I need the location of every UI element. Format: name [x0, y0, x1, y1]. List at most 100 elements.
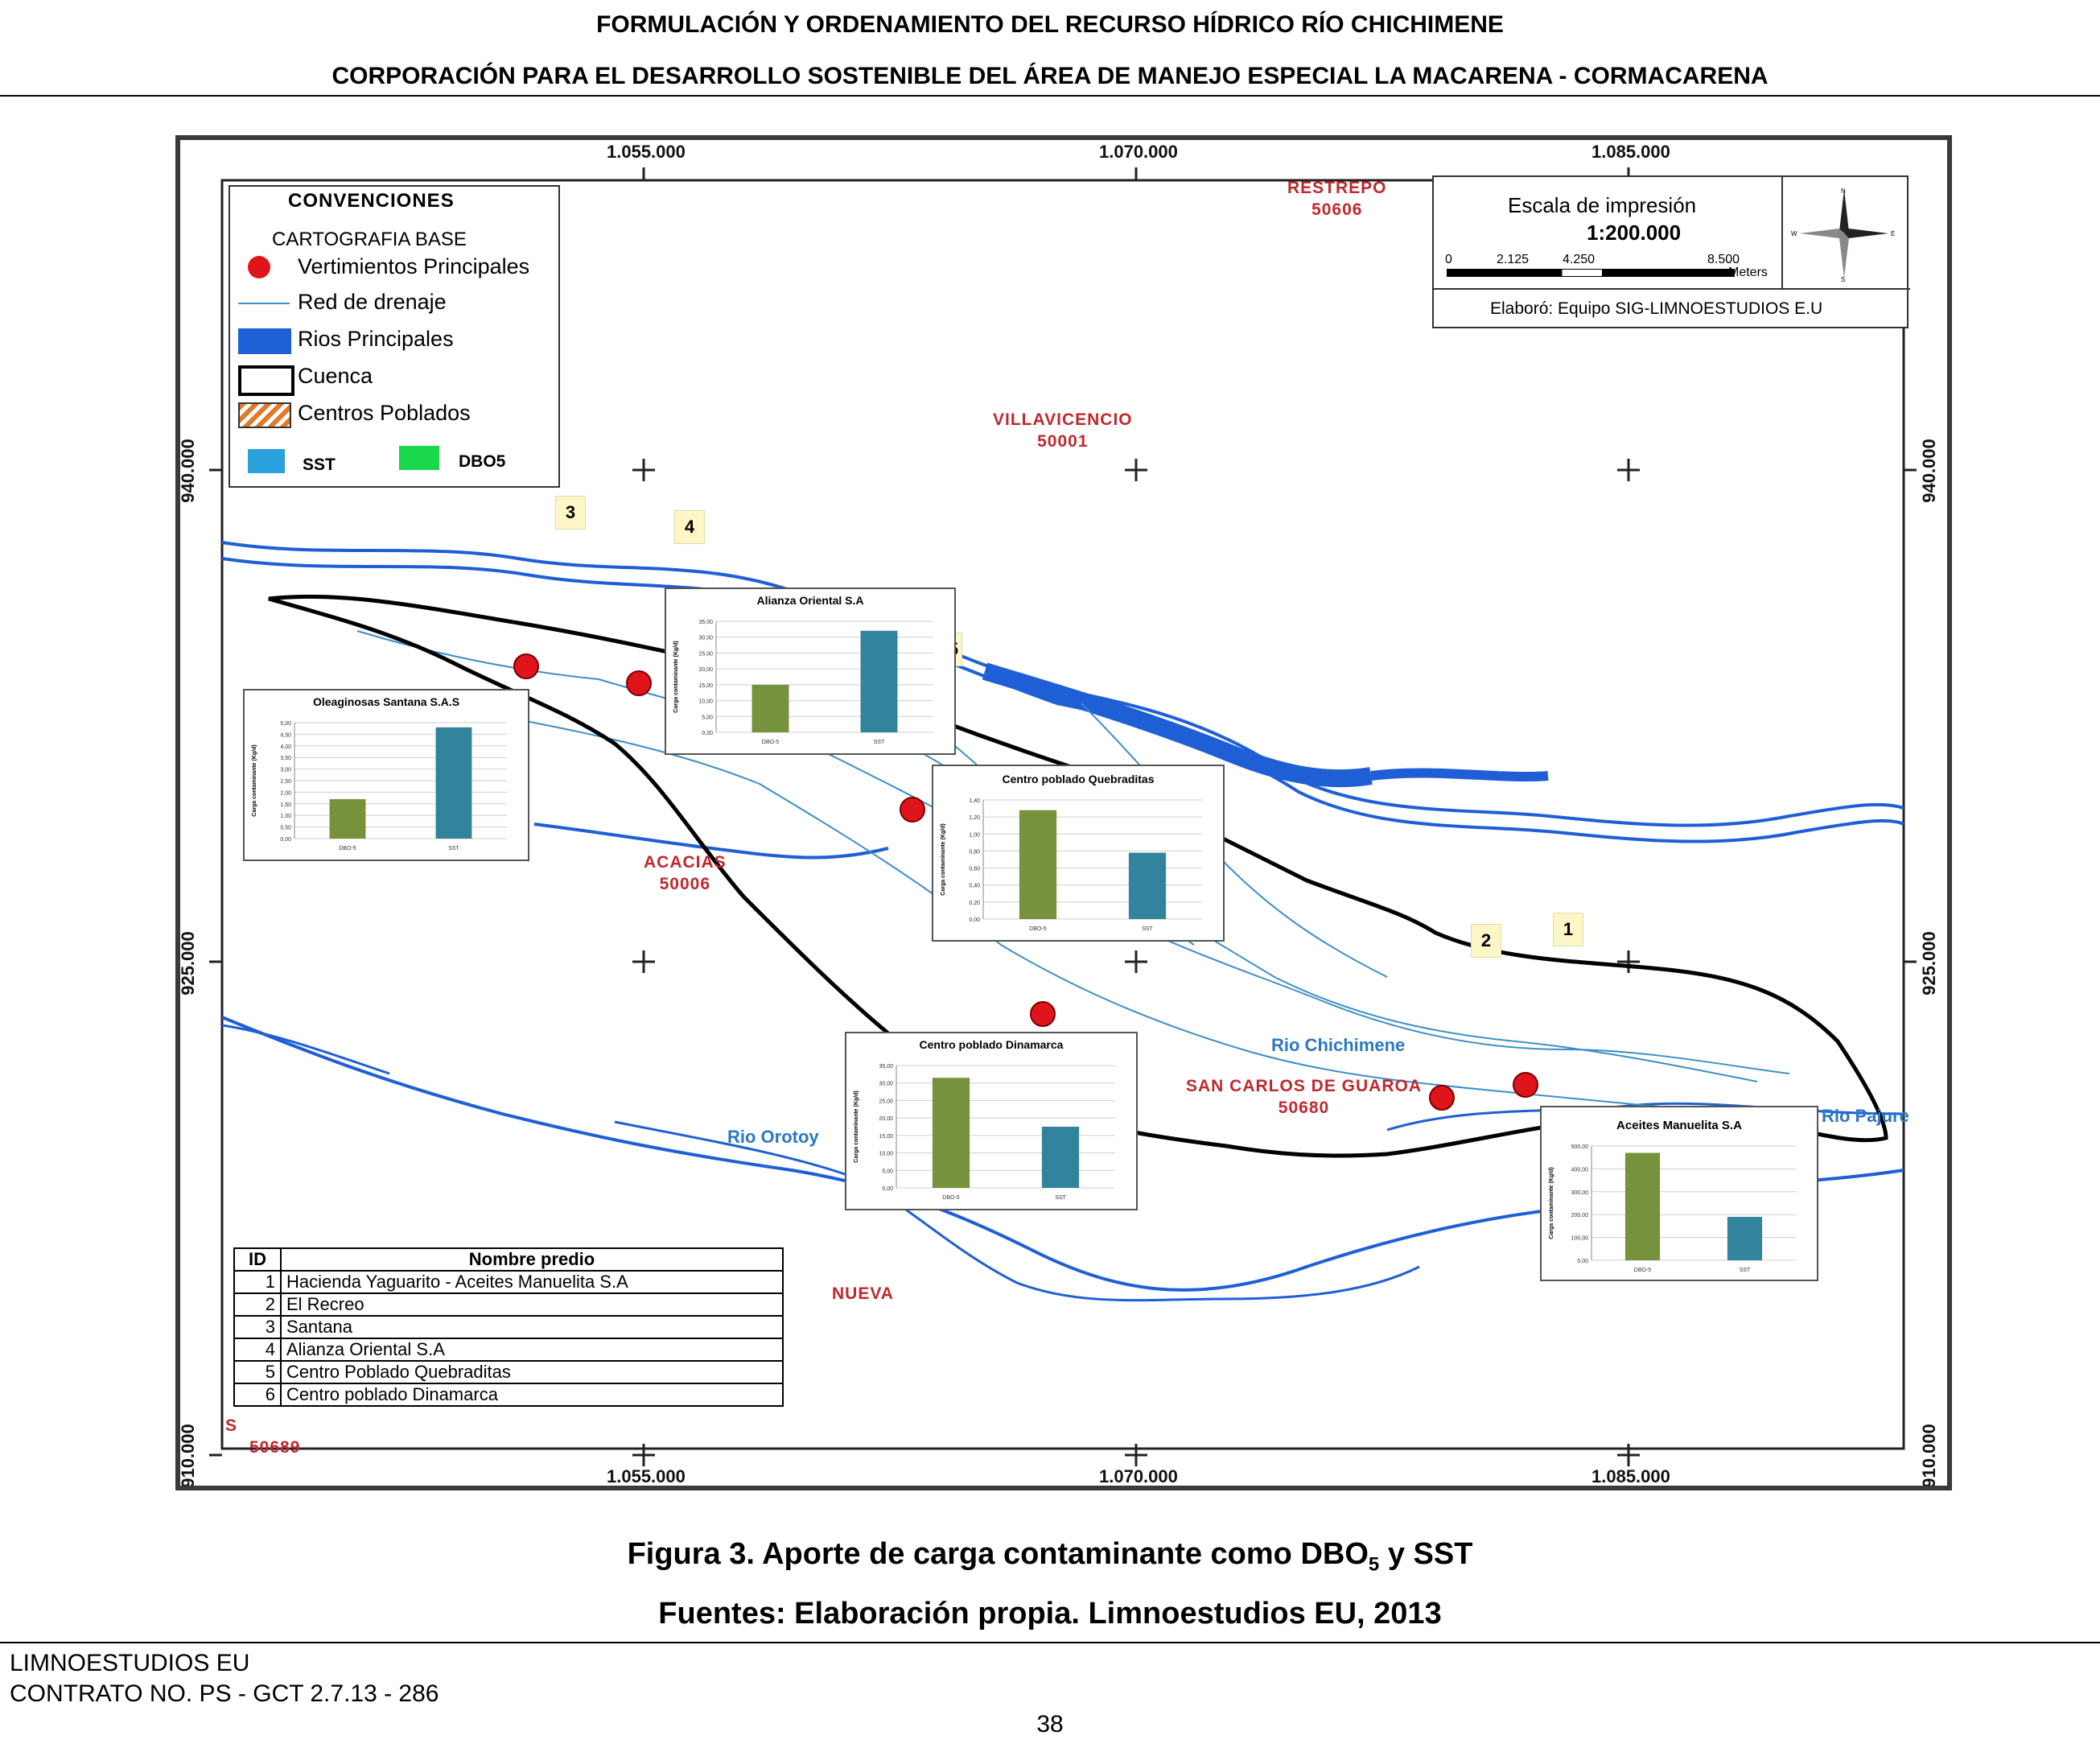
- legend-dbo5-swatch: [399, 446, 439, 470]
- svg-text:S: S: [1841, 276, 1845, 282]
- legend-subtitle: CARTOGRAFIA BASE: [272, 229, 467, 250]
- figure-source: Fuentes: Elaboración propia. Limnoestudi…: [658, 1597, 1442, 1631]
- y-axis-label: Carga contaminante (Kg/d): [941, 823, 946, 895]
- tick-label: 20,00: [698, 667, 713, 673]
- tick-label: 5,00: [702, 715, 713, 720]
- tick-label: 0,80: [969, 849, 980, 855]
- category-label: DBO-5: [1029, 926, 1047, 932]
- bar-dbo-5: [1019, 810, 1057, 919]
- discharge-point-2: [1429, 1085, 1455, 1111]
- discharge-point-6: [1030, 1001, 1056, 1027]
- header-title: FORMULACIÓN Y ORDENAMIENTO DEL RECURSO H…: [596, 11, 1504, 38]
- discharge-point-4: [626, 670, 652, 696]
- tick-label: 30,00: [698, 636, 713, 641]
- svg-text:W: W: [1791, 230, 1797, 237]
- tick-label: 0,00: [969, 917, 980, 923]
- tick-label: 0,00: [702, 731, 713, 736]
- place-s: S 50689: [225, 1416, 301, 1457]
- bar-sst: [435, 727, 472, 839]
- tick-label: 100,00: [1571, 1236, 1589, 1242]
- tick-label: 2,00: [280, 790, 291, 796]
- legend-dbo5-label: DBO5: [459, 452, 506, 471]
- bar-dbo-5: [751, 684, 789, 732]
- coord-x-top-2: 1.070.000: [1099, 142, 1178, 162]
- chart-quebraditas: Centro poblado Quebraditas 0,00 0,20 0,40 0…: [932, 765, 1225, 942]
- footer-rule: [0, 1642, 2100, 1643]
- place-san-carlos-de-guaroa: SAN CARLOS DE GUAROA 50680: [1186, 1077, 1423, 1117]
- footer-company: LIMNOESTUDIOS EU: [10, 1650, 250, 1676]
- legend-town-icon: [238, 402, 291, 428]
- tick-label: 500,00: [1571, 1144, 1589, 1150]
- bar-sst: [1041, 1127, 1080, 1188]
- scale-credit: Elaboró: Equipo SIG-LIMNOESTUDIOS E.U: [1490, 299, 1823, 318]
- figure-caption: Figura 3. Aporte de carga contaminante c…: [627, 1537, 1473, 1576]
- svg-text:N: N: [1841, 188, 1846, 195]
- y-axis-label: Carga contaminante (Kg/d): [1549, 1167, 1554, 1239]
- tick-label: 15,00: [879, 1134, 893, 1140]
- coord-y-right-1: 940.000: [1918, 439, 1939, 503]
- bar-dbo-5: [932, 1078, 970, 1188]
- svg-text:E: E: [1891, 230, 1895, 237]
- category-label: SST: [874, 740, 885, 745]
- page-number: 38: [1036, 1711, 1064, 1738]
- legend-sst-label: SST: [303, 456, 336, 474]
- tick-label: 1,40: [969, 798, 980, 804]
- y-axis-label: Carga contaminante (Kg/d): [673, 641, 679, 712]
- id-tag-4: 4: [674, 510, 705, 544]
- tick-label: 25,00: [879, 1099, 893, 1104]
- tick-label: 30,00: [879, 1082, 893, 1087]
- chart-manuelita: Aceites Manuelita S.A 0,00 100,00 200,00 30…: [1540, 1106, 1818, 1281]
- place-villavicencio: VILLAVICENCIO 50001: [993, 410, 1133, 451]
- tick-label: 4,00: [280, 744, 291, 750]
- bar-dbo-5: [329, 799, 366, 839]
- chart-santana: Oleaginosas Santana S.A.S 0,00 0,50 1,00 1,…: [243, 689, 529, 861]
- tick-label: 35,00: [879, 1064, 893, 1070]
- tick-label: 3,50: [280, 756, 291, 761]
- place-acacias: ACACIAS 50006: [644, 853, 727, 893]
- id-tag-3: 3: [555, 496, 586, 530]
- table-row: 1 Hacienda Yaguarito - Aceites Manuelita …: [233, 1270, 784, 1294]
- chart-title: Aceites Manuelita S.A: [1616, 1119, 1742, 1132]
- legend-item-red-drenaje: Red de drenaje: [298, 290, 447, 314]
- coord-x-bottom-3: 1.085.000: [1591, 1466, 1670, 1486]
- legend-item-cuenca: Cuenca: [298, 364, 373, 388]
- scale-tick-2: 4.250: [1563, 253, 1596, 266]
- chart-title: Centro poblado Quebraditas: [1002, 773, 1155, 785]
- tick-label: 0,50: [280, 826, 291, 831]
- category-label: DBO-5: [1634, 1268, 1652, 1273]
- table-row: 5 Centro Poblado Quebraditas: [233, 1360, 784, 1384]
- tick-label: 35,00: [698, 620, 713, 625]
- category-label: DBO-5: [762, 740, 780, 745]
- bar-sst: [860, 630, 898, 732]
- tick-label: 200,00: [1571, 1213, 1589, 1218]
- bar-sst: [1727, 1217, 1763, 1260]
- tick-label: 0,60: [969, 867, 980, 872]
- chart-alianza: Alianza Oriental S.A 0,00 5,00 10,00 15,00 2…: [665, 587, 956, 755]
- legend-item-rios: Rios Principales: [298, 327, 454, 351]
- tick-label: 20,00: [879, 1116, 893, 1122]
- chart-dinamarca: Centro poblado Dinamarca 0,00 5,00 10,00 15…: [845, 1032, 1138, 1210]
- tick-label: 15,00: [698, 683, 713, 689]
- category-label: DBO-5: [339, 846, 356, 851]
- scale-tick-1: 2.125: [1497, 253, 1530, 266]
- footer-contract: CONTRATO NO. PS - GCT 2.7.13 - 286: [10, 1680, 439, 1707]
- discharge-point-5: [900, 797, 925, 822]
- coord-y-left-2: 925.000: [177, 931, 198, 996]
- legend-point-icon: [248, 256, 270, 278]
- tick-label: 300,00: [1571, 1190, 1589, 1196]
- tick-label: 0,20: [969, 901, 980, 906]
- river-label-pajure: Rio Pajure: [1822, 1106, 1909, 1126]
- coord-y-right-3: 910.000: [1918, 1424, 1939, 1488]
- category-label: SST: [1055, 1195, 1066, 1201]
- north-arrow-icon: N S W E: [1791, 188, 1895, 282]
- map-frame: 1.055.000 1.070.000 1.085.000 1.055.000 …: [175, 135, 1952, 1490]
- tick-label: 25,00: [698, 651, 713, 657]
- tick-label: 1,00: [969, 832, 980, 838]
- coord-x-bottom-2: 1.070.000: [1099, 1466, 1178, 1486]
- coord-x-bottom-1: 1.055.000: [607, 1466, 686, 1486]
- place-restrepo: RESTREPO 50606: [1287, 179, 1387, 219]
- table-header-name: Nombre predio: [280, 1247, 784, 1272]
- tick-label: 1,50: [280, 802, 291, 808]
- scale-title: Escala de impresión: [1508, 193, 1697, 217]
- tick-label: 0,00: [882, 1186, 893, 1192]
